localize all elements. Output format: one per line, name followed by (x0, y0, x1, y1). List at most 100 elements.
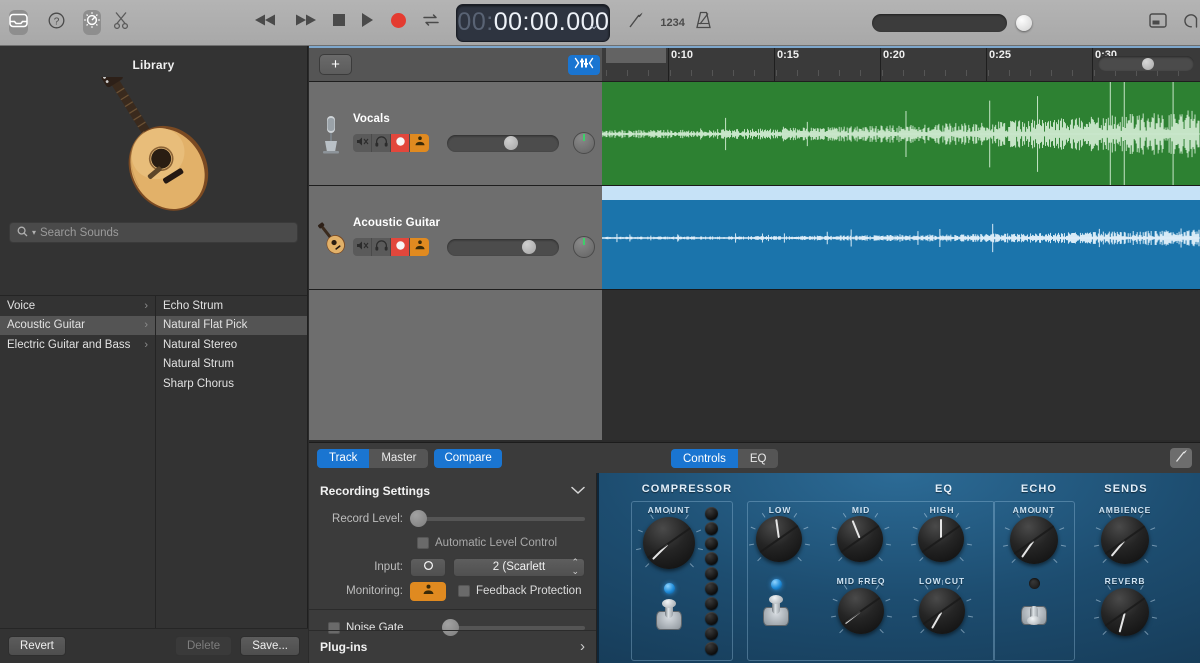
metronome-button[interactable] (695, 11, 712, 34)
search-input[interactable]: ▾ Search Sounds (9, 222, 298, 243)
chevron-right-icon[interactable]: › (580, 639, 585, 654)
record-level-knob[interactable] (410, 510, 427, 527)
record-enable-button[interactable] (391, 134, 410, 152)
patch-label: Natural Stereo (163, 338, 238, 351)
compare-button[interactable]: Compare (434, 448, 502, 468)
track-header-vocals[interactable]: Vocals (309, 82, 602, 186)
eq-mid-knob[interactable] (837, 516, 883, 562)
revert-button[interactable]: Revert (8, 636, 66, 656)
meter-led (705, 627, 718, 640)
stop-button[interactable] (332, 13, 346, 32)
master-volume-slider[interactable] (871, 13, 1032, 32)
input-monitoring-button[interactable] (410, 134, 429, 152)
volume-slider-knob[interactable] (522, 240, 536, 254)
zoom-slider-knob[interactable] (1142, 57, 1154, 70)
solo-button[interactable] (372, 238, 391, 256)
play-button[interactable] (361, 12, 375, 33)
tab-eq[interactable]: EQ (738, 449, 779, 468)
sends-ambience-knob[interactable] (1101, 516, 1149, 564)
tab-master[interactable]: Master (369, 449, 428, 468)
mute-button[interactable] (353, 238, 372, 256)
lcd-display[interactable]: 00: 00:00.000 ⌄ (456, 3, 611, 42)
feedback-protection-checkbox[interactable] (458, 585, 470, 597)
chevron-down-icon[interactable]: ⌄ (589, 17, 600, 33)
plugins-section: Plug-ins › (309, 630, 596, 663)
help-button[interactable]: ? (48, 12, 65, 34)
category-label: Acoustic Guitar (7, 319, 85, 332)
library-category-acoustic-guitar[interactable]: Acoustic Guitar › (0, 315, 155, 335)
timeline-ruler[interactable]: 0:10 0:15 0:20 0:25 0:30 (602, 48, 1200, 82)
mixer-toggle-button[interactable] (568, 55, 600, 75)
region-title-bar[interactable] (602, 186, 1200, 200)
audio-region-acoustic-guitar[interactable] (602, 186, 1200, 290)
eq-toggle-switch[interactable] (763, 595, 789, 627)
library-toggle-button[interactable] (9, 10, 28, 35)
save-button[interactable]: Save... (240, 636, 300, 656)
eq-low-cut-knob[interactable] (919, 588, 965, 634)
library-patch-natural-stereo[interactable]: Natural Stereo (156, 335, 307, 355)
track-header-acoustic-guitar[interactable]: Acoustic Guitar (309, 186, 602, 290)
record-level-slider[interactable] (410, 510, 585, 527)
automatic-level-control-checkbox[interactable] (417, 537, 429, 549)
knob-tick (1143, 558, 1148, 563)
cycle-region-marker[interactable] (606, 48, 666, 63)
echo-amount-knob[interactable] (1010, 516, 1058, 564)
eq-high-knob[interactable] (918, 516, 964, 562)
add-track-button[interactable]: + (319, 54, 352, 75)
waveform-vocals (602, 82, 1200, 185)
scissors-button[interactable] (113, 11, 129, 34)
compressor-amount-knob[interactable] (643, 517, 695, 569)
library-patch-echo-strum[interactable]: Echo Strum (156, 296, 307, 316)
mono-icon (423, 560, 434, 574)
smart-controls-button[interactable] (83, 10, 102, 35)
eq-low-knob[interactable] (756, 516, 802, 562)
library-patch-natural-strum[interactable]: Natural Strum (156, 355, 307, 375)
tuner-button[interactable] (628, 11, 644, 34)
search-dropdown-icon[interactable]: ▾ (32, 228, 36, 237)
record-button[interactable] (390, 12, 407, 34)
smart-controls-icon (83, 11, 101, 34)
rewind-button[interactable] (254, 13, 278, 32)
microphone-icon (309, 114, 353, 154)
input-mode-button[interactable] (410, 557, 446, 577)
empty-track-area[interactable] (309, 290, 1200, 440)
knob-bevel (841, 596, 881, 626)
compressor-toggle-switch[interactable] (656, 599, 682, 631)
recording-settings-header[interactable]: Recording Settings (309, 473, 596, 507)
loop-browser-button[interactable] (1181, 12, 1200, 34)
mute-button[interactable] (353, 134, 372, 152)
plugins-row[interactable]: Plug-ins › (309, 631, 596, 663)
volume-slider-knob[interactable] (504, 136, 518, 150)
cycle-button[interactable] (422, 12, 440, 33)
knob-tick (1124, 580, 1126, 585)
library-patch-natural-flat-pick[interactable]: Natural Flat Pick (156, 315, 307, 335)
count-in-button[interactable]: 1234 (660, 17, 684, 29)
library-category-voice[interactable]: Voice › (0, 296, 155, 316)
solo-button[interactable] (372, 134, 391, 152)
master-volume-knob[interactable] (1015, 14, 1032, 31)
echo-toggle-switch[interactable] (1021, 594, 1047, 626)
track-name[interactable]: Acoustic Guitar (353, 217, 596, 229)
pan-knob[interactable] (573, 236, 595, 258)
tab-controls[interactable]: Controls (671, 449, 738, 468)
audio-region-vocals[interactable] (602, 82, 1200, 186)
track-name[interactable]: Vocals (353, 113, 596, 125)
chevron-down-icon[interactable] (571, 482, 585, 500)
volume-slider[interactable] (447, 134, 559, 152)
library-patch-sharp-chorus[interactable]: Sharp Chorus (156, 374, 307, 394)
tab-track[interactable]: Track (317, 448, 370, 468)
monitoring-toggle-button[interactable] (410, 581, 446, 601)
input-monitoring-button[interactable] (410, 238, 429, 256)
knob-tick (1143, 630, 1148, 635)
edit-plugin-button[interactable] (1170, 448, 1192, 468)
library-category-electric-guitar-and-bass[interactable]: Electric Guitar and Bass › (0, 335, 155, 355)
eq-mid-freq-knob[interactable] (838, 588, 884, 634)
record-enable-button[interactable] (391, 238, 410, 256)
forward-button[interactable] (293, 13, 317, 32)
input-select[interactable]: 2 (Scarlett ⌃ ⌄ (453, 557, 585, 577)
pan-knob[interactable] (573, 132, 595, 154)
volume-slider[interactable] (447, 238, 559, 256)
sends-reverb-knob[interactable] (1101, 588, 1149, 636)
notes-panel-button[interactable] (1149, 12, 1167, 33)
zoom-slider[interactable] (1098, 56, 1194, 71)
